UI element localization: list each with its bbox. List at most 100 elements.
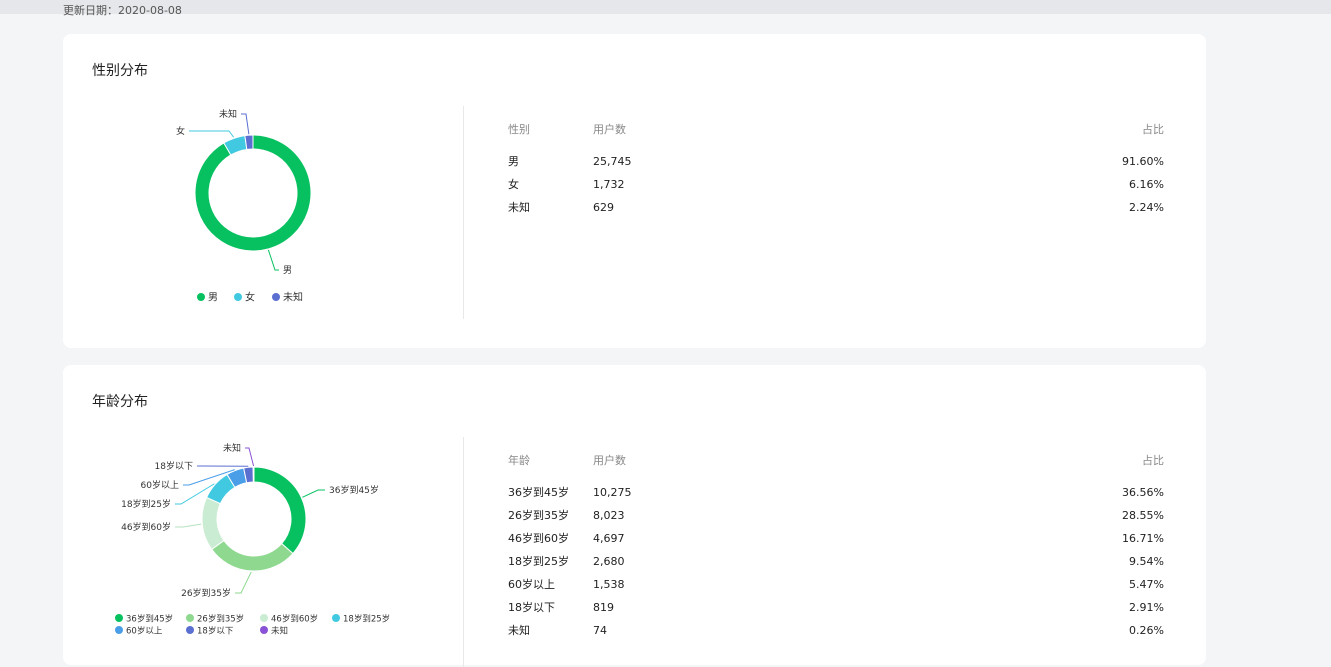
row-count: 74 (593, 619, 607, 642)
gender-header-label: 性别 (508, 120, 530, 140)
gender-legend-label-1[interactable]: 女 (245, 291, 255, 304)
row-pct: 28.55% (1122, 504, 1164, 527)
table-row: 46岁到60岁 4,697 16.71% (508, 527, 1164, 550)
age-header-count: 用户数 (593, 451, 626, 471)
age-legend-marker-6[interactable] (260, 626, 268, 634)
gender-legend-label-0[interactable]: 男 (208, 292, 218, 304)
row-label: 46岁到60岁 (508, 527, 569, 550)
row-label: 18岁到25岁 (508, 550, 569, 573)
age-slice-label-3: 18岁到25岁 (121, 498, 171, 510)
age-header-label: 年龄 (508, 451, 530, 471)
gender-card: 性别分布 男女未知男女未知 性别 用户数 占比 男 25,745 91.60% … (63, 34, 1206, 348)
age-leader-line-1 (235, 572, 251, 593)
row-count: 8,023 (593, 504, 625, 527)
age-table: 年龄 用户数 占比 36岁到45岁 10,275 36.56% 26岁到35岁 … (508, 451, 1164, 642)
age-slice-label-6: 未知 (223, 442, 241, 454)
gender-slice-label-2: 未知 (219, 108, 237, 120)
table-row: 女 1,732 6.16% (508, 173, 1164, 196)
age-leader-line-6 (245, 448, 254, 466)
age-legend-label-2[interactable]: 46岁到60岁 (271, 614, 318, 625)
age-slice-1[interactable] (212, 541, 293, 571)
age-header-pct: 占比 (1142, 451, 1164, 471)
age-legend-marker-1[interactable] (186, 614, 194, 622)
table-row: 男 25,745 91.60% (508, 150, 1164, 173)
row-count: 10,275 (593, 481, 632, 504)
age-slice-6[interactable] (253, 467, 254, 482)
gender-donut-chart: 男女未知男女未知 (63, 104, 463, 324)
gender-leader-line-1 (189, 131, 234, 137)
row-pct: 16.71% (1122, 527, 1164, 550)
update-date: 更新日期：2020-08-08 (63, 4, 182, 18)
gender-leader-line-0 (268, 250, 279, 270)
age-legend-label-4[interactable]: 60岁以上 (126, 626, 163, 637)
age-slice-label-5: 18岁以下 (155, 460, 193, 472)
gender-divider (463, 106, 464, 319)
row-pct: 9.54% (1129, 550, 1164, 573)
age-legend-marker-2[interactable] (260, 614, 268, 622)
row-label: 未知 (508, 196, 530, 219)
gender-slice-label-1: 女 (176, 125, 185, 137)
row-label: 女 (508, 173, 519, 196)
age-leader-line-2 (175, 524, 201, 527)
gender-table-header: 性别 用户数 占比 (508, 120, 1164, 140)
row-label: 男 (508, 150, 519, 173)
age-legend-label-6[interactable]: 未知 (271, 626, 288, 637)
row-pct: 0.26% (1129, 619, 1164, 642)
gender-slice-2[interactable] (245, 135, 253, 149)
gender-table: 性别 用户数 占比 男 25,745 91.60% 女 1,732 6.16% … (508, 120, 1164, 219)
row-count: 25,745 (593, 150, 632, 173)
gender-leader-line-2 (241, 114, 249, 134)
row-count: 2,680 (593, 550, 625, 573)
age-table-header: 年龄 用户数 占比 (508, 451, 1164, 471)
row-label: 18岁以下 (508, 596, 555, 619)
row-pct: 91.60% (1122, 150, 1164, 173)
row-count: 1,732 (593, 173, 625, 196)
row-label: 36岁到45岁 (508, 481, 569, 504)
gender-legend-marker-2[interactable] (272, 293, 280, 301)
age-legend-label-1[interactable]: 26岁到35岁 (197, 614, 244, 625)
table-row: 18岁以下 819 2.91% (508, 596, 1164, 619)
age-legend-label-0[interactable]: 36岁到45岁 (126, 614, 173, 625)
age-legend-marker-0[interactable] (115, 614, 123, 622)
age-title: 年龄分布 (92, 391, 148, 411)
row-count: 819 (593, 596, 614, 619)
table-row: 36岁到45岁 10,275 36.56% (508, 481, 1164, 504)
age-legend-marker-3[interactable] (332, 614, 340, 622)
row-label: 60岁以上 (508, 573, 555, 596)
age-card: 年龄分布 36岁到45岁26岁到35岁46岁到60岁18岁到25岁60岁以上18… (63, 365, 1206, 665)
age-legend-marker-4[interactable] (115, 626, 123, 634)
table-row: 26岁到35岁 8,023 28.55% (508, 504, 1164, 527)
gender-legend-marker-1[interactable] (234, 293, 242, 301)
row-label: 未知 (508, 619, 530, 642)
age-slice-label-4: 60岁以上 (141, 479, 179, 491)
gender-chart-area: 男女未知男女未知 (63, 104, 463, 324)
age-leader-line-0 (302, 490, 325, 497)
top-bar (0, 0, 1331, 14)
age-donut-chart: 36岁到45岁26岁到35岁46岁到60岁18岁到25岁60岁以上18岁以下未知… (63, 435, 463, 655)
age-slice-0[interactable] (254, 467, 306, 554)
age-divider (463, 437, 464, 667)
row-count: 629 (593, 196, 614, 219)
gender-title: 性别分布 (92, 60, 148, 80)
age-slice-2[interactable] (202, 497, 224, 549)
age-legend-marker-5[interactable] (186, 626, 194, 634)
gender-legend-label-2[interactable]: 未知 (283, 291, 303, 304)
gender-slice-0[interactable] (195, 135, 311, 251)
table-row: 未知 629 2.24% (508, 196, 1164, 219)
row-pct: 2.24% (1129, 196, 1164, 219)
gender-slice-label-0: 男 (283, 265, 292, 276)
age-legend-label-3[interactable]: 18岁到25岁 (343, 614, 390, 625)
age-slice-label-0: 36岁到45岁 (329, 484, 379, 496)
gender-legend-marker-0[interactable] (197, 293, 205, 301)
age-chart-area: 36岁到45岁26岁到35岁46岁到60岁18岁到25岁60岁以上18岁以下未知… (63, 435, 463, 655)
table-row: 未知 74 0.26% (508, 619, 1164, 642)
age-slice-label-1: 26岁到35岁 (181, 587, 231, 599)
table-row: 18岁到25岁 2,680 9.54% (508, 550, 1164, 573)
table-row: 60岁以上 1,538 5.47% (508, 573, 1164, 596)
gender-header-count: 用户数 (593, 120, 626, 140)
row-label: 26岁到35岁 (508, 504, 569, 527)
row-pct: 6.16% (1129, 173, 1164, 196)
row-count: 4,697 (593, 527, 625, 550)
age-legend-label-5[interactable]: 18岁以下 (197, 626, 234, 637)
row-pct: 2.91% (1129, 596, 1164, 619)
